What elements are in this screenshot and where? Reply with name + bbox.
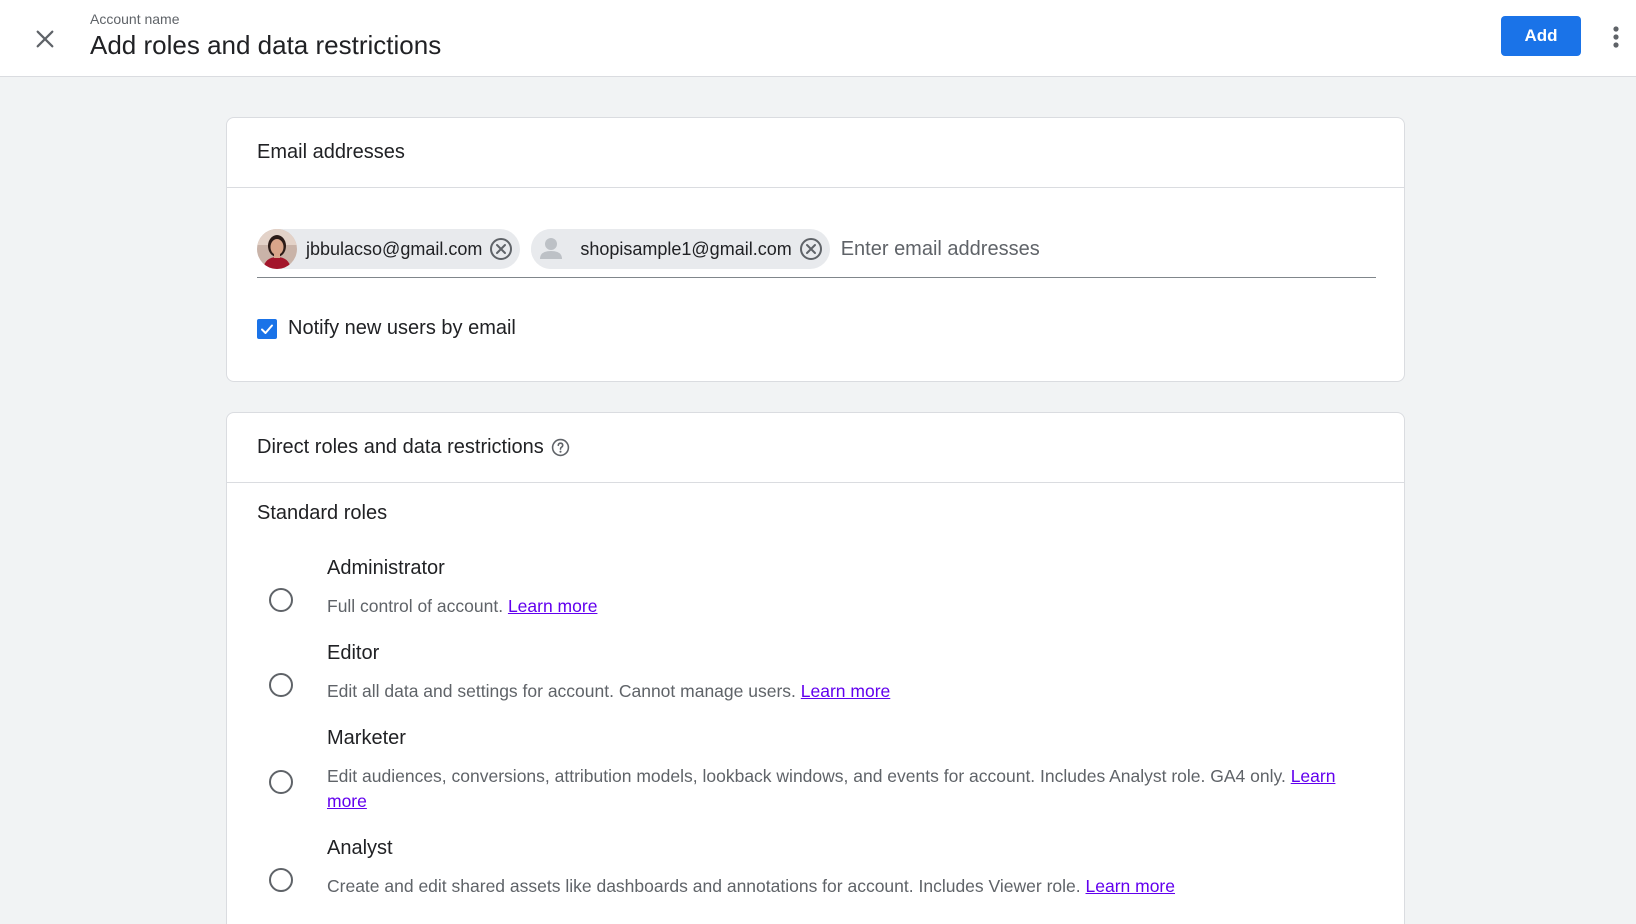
help-button[interactable] <box>551 438 570 457</box>
chip-email: jbbulacso@gmail.com <box>306 238 483 259</box>
role-radio-analyst[interactable] <box>269 868 293 892</box>
roles-card-title: Direct roles and data restrictions <box>257 436 544 458</box>
email-chips-field[interactable]: jbbulacso@gmail.com shopisample1@gmail.c… <box>257 229 1376 278</box>
roles-card-header: Direct roles and data restrictions <box>227 413 1404 483</box>
standard-roles-label: Standard roles <box>257 502 388 524</box>
avatar <box>531 229 572 269</box>
email-chip: jbbulacso@gmail.com <box>257 229 521 269</box>
add-button[interactable]: Add <box>1501 16 1581 56</box>
role-description: Create and edit shared assets like dashb… <box>327 876 1176 896</box>
top-app-bar: Account name Add roles and data restrict… <box>0 0 1636 77</box>
role-title: Marketer <box>327 727 406 749</box>
chip-remove-button[interactable] <box>488 236 514 262</box>
role-radio-administrator[interactable] <box>269 588 293 612</box>
person-icon <box>531 229 572 269</box>
learn-more-link[interactable]: Learn more <box>1086 876 1176 896</box>
notify-checkbox[interactable] <box>257 318 277 339</box>
close-icon <box>36 30 54 48</box>
more-options-button[interactable] <box>1604 20 1628 54</box>
role-description: Full control of account. Learn more <box>327 596 598 616</box>
check-icon <box>261 324 273 334</box>
chip-remove-button[interactable] <box>798 236 824 262</box>
notify-label: Notify new users by email <box>288 317 516 339</box>
email-addresses-card: Email addresses jbbulacso@gmail.com shop… <box>226 117 1405 382</box>
direct-roles-card: Direct roles and data restrictions Stand… <box>226 412 1405 924</box>
role-title: Administrator <box>327 557 445 579</box>
notify-users-row: Notify new users by email <box>257 317 516 340</box>
cancel-circle-icon <box>799 238 822 260</box>
email-card-title: Email addresses <box>227 118 1404 188</box>
role-title: Analyst <box>327 837 393 859</box>
learn-more-link[interactable]: Learn more <box>508 596 598 616</box>
more-vert-icon <box>1613 26 1619 48</box>
avatar <box>257 229 297 269</box>
role-description: Edit all data and settings for account. … <box>327 681 891 701</box>
role-description: Edit audiences, conversions, attribution… <box>327 766 1336 811</box>
help-circle-icon <box>551 438 570 457</box>
learn-more-link[interactable]: Learn more <box>801 681 891 701</box>
cancel-circle-icon <box>490 238 513 260</box>
account-name-label: Account name <box>90 11 180 27</box>
role-title: Editor <box>327 642 380 664</box>
email-chip: shopisample1@gmail.com <box>531 229 830 269</box>
close-button[interactable] <box>30 24 60 54</box>
role-radio-editor[interactable] <box>269 673 293 697</box>
page-title: Add roles and data restrictions <box>90 30 442 60</box>
email-input[interactable] <box>840 229 1376 269</box>
role-radio-marketer[interactable] <box>269 770 293 794</box>
chip-email: shopisample1@gmail.com <box>580 238 792 259</box>
